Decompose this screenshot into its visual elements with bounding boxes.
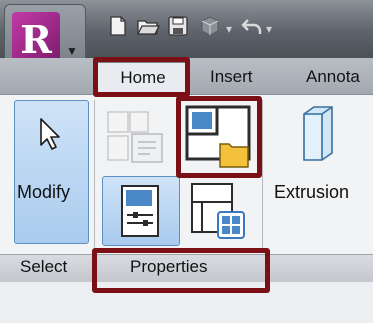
open-folder-icon[interactable] xyxy=(136,14,160,38)
modify-button[interactable] xyxy=(14,100,89,244)
properties-button[interactable] xyxy=(102,176,180,246)
extrusion-icon[interactable] xyxy=(296,104,336,168)
highlight-box-tool-button xyxy=(176,96,262,178)
highlight-box-home-tab xyxy=(93,57,190,97)
undo-icon[interactable] xyxy=(240,14,264,38)
tab-insert[interactable]: Insert xyxy=(210,62,253,92)
extrusion-label[interactable]: Extrusion xyxy=(274,182,349,203)
type-properties-icon[interactable] xyxy=(188,180,250,244)
select-panel-label[interactable]: Select xyxy=(20,257,67,277)
qat-dropdown-icon[interactable]: ▾ xyxy=(226,22,232,36)
highlight-box-properties-panel xyxy=(92,248,270,293)
panel-divider xyxy=(262,100,263,250)
chevron-down-icon: ▼ xyxy=(66,44,78,58)
undo-dropdown-icon[interactable]: ▾ xyxy=(266,22,272,36)
sync-model-icon[interactable] xyxy=(198,14,222,38)
family-category-icon[interactable] xyxy=(104,106,168,168)
panel-divider xyxy=(94,100,95,250)
app-window: R ▼ A ▾ ▾ Home Insert Annota Modify xyxy=(0,0,373,323)
save-icon[interactable] xyxy=(166,14,190,38)
new-file-icon[interactable] xyxy=(106,14,130,38)
modify-label: Modify xyxy=(17,182,71,202)
properties-icon xyxy=(121,185,159,237)
cursor-arrow-icon xyxy=(40,118,60,150)
tab-annotate[interactable]: Annota xyxy=(306,62,360,92)
